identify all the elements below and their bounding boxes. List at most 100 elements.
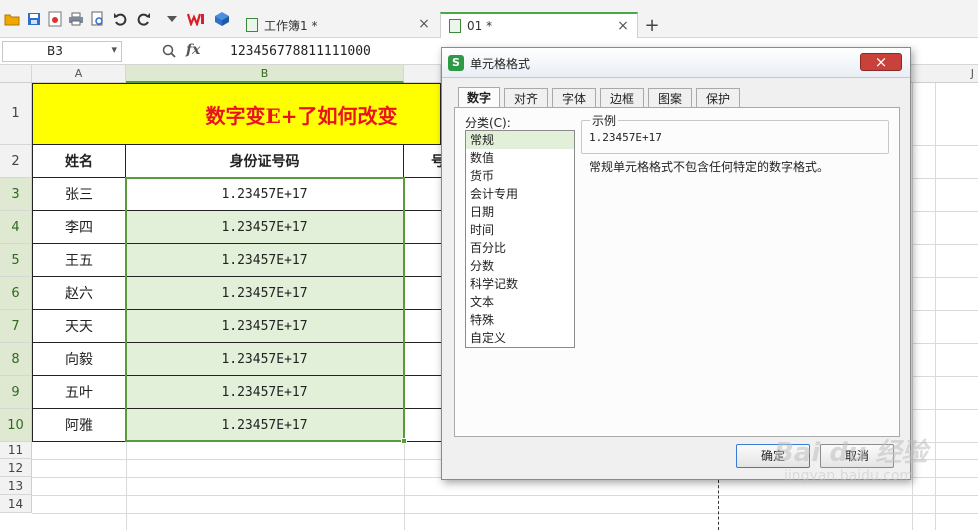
partial-cell[interactable] <box>404 211 441 244</box>
category-item[interactable]: 时间 <box>466 221 574 239</box>
header-cell-name[interactable]: 姓名 <box>32 145 126 178</box>
row-header-11[interactable]: 11 <box>0 442 32 459</box>
column-header-a[interactable]: A <box>32 65 126 83</box>
open-folder-icon[interactable] <box>2 9 22 29</box>
name-cell[interactable]: 张三 <box>32 178 126 211</box>
category-item[interactable]: 日期 <box>466 203 574 221</box>
fill-handle[interactable] <box>401 438 407 444</box>
category-item[interactable]: 特殊 <box>466 311 574 329</box>
row-header-10[interactable]: 10 <box>0 409 32 442</box>
name-box[interactable]: B3 ▾ <box>2 41 122 62</box>
gridline <box>32 513 978 514</box>
category-item[interactable]: 货币 <box>466 167 574 185</box>
row-header-5[interactable]: 5 <box>0 244 32 277</box>
tab-workbook1[interactable]: 工作簿1 * × <box>238 12 438 38</box>
undo-icon[interactable] <box>110 9 130 29</box>
category-item[interactable]: 文本 <box>466 293 574 311</box>
redo-icon[interactable] <box>134 9 154 29</box>
spreadsheet-doc-icon <box>246 18 258 32</box>
fx-icon[interactable]: fx <box>186 42 200 58</box>
row-header-2[interactable]: 2 <box>0 145 32 178</box>
zoom-search-icon[interactable] <box>162 44 178 60</box>
app-cube-icon[interactable] <box>212 9 232 29</box>
partial-cell[interactable] <box>404 277 441 310</box>
column-header-j[interactable]: J <box>912 65 978 83</box>
category-item[interactable]: 常规 <box>466 131 574 149</box>
name-cell[interactable]: 五叶 <box>32 376 126 409</box>
gridline <box>912 376 978 377</box>
chevron-down-icon[interactable]: ▾ <box>111 43 117 56</box>
title-cell[interactable]: 数字变E+了如何改变 <box>32 83 441 145</box>
tab-label: 工作簿1 * <box>264 18 318 33</box>
dialog-titlebar[interactable]: S 单元格格式 × <box>442 48 910 78</box>
name-cell[interactable]: 向毅 <box>32 343 126 376</box>
header-cell-id[interactable]: 身份证号码 <box>126 145 404 178</box>
row-header-6[interactable]: 6 <box>0 277 32 310</box>
row-header-14[interactable]: 14 <box>0 495 32 513</box>
export-pdf-icon[interactable] <box>45 9 65 29</box>
partial-cell[interactable] <box>404 310 441 343</box>
gridline <box>404 442 405 530</box>
partial-cell[interactable] <box>404 409 441 442</box>
name-cell[interactable]: 天天 <box>32 310 126 343</box>
category-item[interactable]: 会计专用 <box>466 185 574 203</box>
header-cell-partial[interactable]: 号 <box>404 145 445 178</box>
partial-cell[interactable] <box>404 178 441 211</box>
column-header-c[interactable] <box>404 65 441 83</box>
category-item[interactable]: 百分比 <box>466 239 574 257</box>
name-cell[interactable]: 赵六 <box>32 277 126 310</box>
category-item[interactable]: 数值 <box>466 149 574 167</box>
row-header-13[interactable]: 13 <box>0 477 32 495</box>
row-header-8[interactable]: 8 <box>0 343 32 376</box>
page-break-line <box>718 480 719 530</box>
print-icon[interactable] <box>66 9 86 29</box>
new-tab-button[interactable]: + <box>640 12 664 38</box>
print-preview-icon[interactable] <box>88 9 108 29</box>
gridline <box>912 310 978 311</box>
tab-protection[interactable]: 保护 <box>696 88 740 108</box>
tab-border[interactable]: 边框 <box>600 88 644 108</box>
sample-value: 1.23457E+17 <box>589 131 662 144</box>
category-item[interactable]: 科学记数 <box>466 275 574 293</box>
row-header-7[interactable]: 7 <box>0 310 32 343</box>
category-list[interactable]: 常规 数值 货币 会计专用 日期 时间 百分比 分数 科学记数 文本 特殊 自定义 <box>465 130 575 348</box>
partial-cell[interactable] <box>404 244 441 277</box>
spreadsheet-doc-icon <box>449 19 461 33</box>
tab-01[interactable]: 01 * × <box>440 12 638 38</box>
row-header-4[interactable]: 4 <box>0 211 32 244</box>
format-cells-dialog: S 单元格格式 × 数字 对齐 字体 边框 图案 保护 分类(C): 常规 数值货… <box>441 47 911 480</box>
close-tab-icon[interactable]: × <box>416 16 432 32</box>
category-item[interactable]: 自定义 <box>466 329 574 347</box>
tab-panel-number: 分类(C): 常规 数值 货币 会计专用 日期 时间 百分比 分数 科学记数 文本 特殊 自定义 示例… <box>454 107 900 437</box>
gridline <box>126 442 127 530</box>
name-cell[interactable]: 阿雅 <box>32 409 126 442</box>
tab-label: 01 * <box>467 19 493 33</box>
save-icon[interactable] <box>24 9 44 29</box>
wps-logo-icon[interactable] <box>186 9 206 29</box>
name-box-value: B3 <box>47 44 63 58</box>
partial-cell[interactable] <box>404 343 441 376</box>
tab-font[interactable]: 字体 <box>552 88 596 108</box>
close-tab-icon[interactable]: × <box>615 18 631 34</box>
name-cell[interactable]: 王五 <box>32 244 126 277</box>
customize-dropdown-icon[interactable] <box>162 9 182 29</box>
gridline <box>912 409 978 410</box>
name-cell[interactable]: 李四 <box>32 211 126 244</box>
tab-number[interactable]: 数字 <box>458 87 500 108</box>
row-header-12[interactable]: 12 <box>0 459 32 477</box>
watermark-url: jingyan.baidu.com <box>784 468 914 484</box>
dialog-title: 单元格格式 <box>470 57 531 71</box>
row-header-9[interactable]: 9 <box>0 376 32 409</box>
tab-alignment[interactable]: 对齐 <box>504 88 548 108</box>
baidu-watermark: Bai du 经验 jingyan.baidu.com <box>768 432 974 492</box>
dialog-close-button[interactable]: × <box>860 53 902 71</box>
tab-pattern[interactable]: 图案 <box>648 88 692 108</box>
category-item[interactable]: 分数 <box>466 257 574 275</box>
row-header-1[interactable]: 1 <box>0 83 32 145</box>
row-header-3[interactable]: 3 <box>0 178 32 211</box>
quick-access-toolbar: 工作簿1 * × 01 * × + <box>0 0 978 38</box>
select-all-corner[interactable] <box>0 65 32 83</box>
partial-cell[interactable] <box>404 376 441 409</box>
column-header-b[interactable]: B <box>126 65 404 83</box>
gridline <box>912 178 978 179</box>
